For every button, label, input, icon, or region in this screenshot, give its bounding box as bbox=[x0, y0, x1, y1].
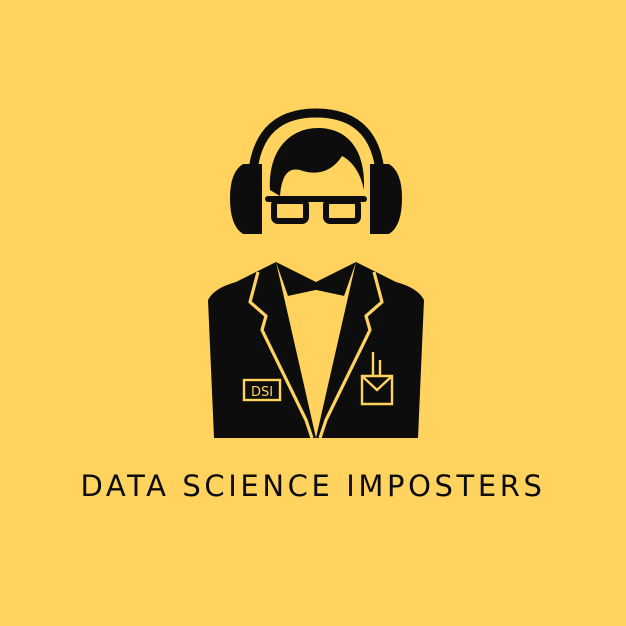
logo-canvas: DSI DATA SCIENCE IMPOSTERS bbox=[0, 0, 626, 626]
mascot-illustration: DSI bbox=[0, 0, 626, 626]
brand-title: DATA SCIENCE IMPOSTERS bbox=[80, 469, 546, 503]
coat-badge-text: DSI bbox=[251, 385, 273, 400]
